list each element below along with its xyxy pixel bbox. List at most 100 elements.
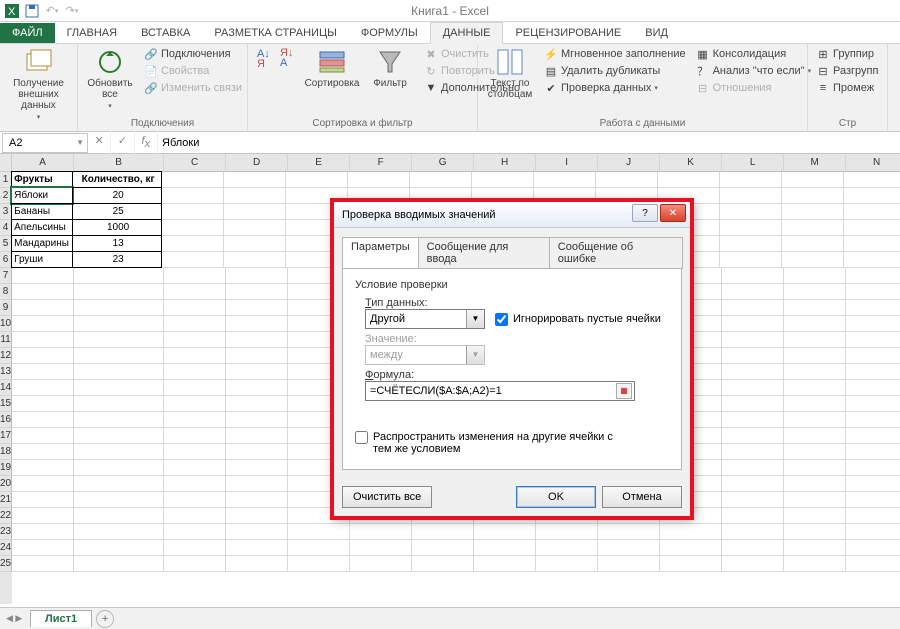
cell[interactable] (164, 316, 226, 332)
row-header[interactable]: 14 (0, 380, 12, 396)
cell[interactable] (846, 524, 900, 540)
cell[interactable]: 13 (72, 235, 162, 252)
cell[interactable] (784, 556, 846, 572)
cell[interactable] (162, 204, 224, 220)
cell[interactable] (224, 252, 286, 268)
cell[interactable] (784, 396, 846, 412)
cell[interactable] (162, 172, 224, 188)
cell[interactable] (720, 188, 782, 204)
column-header[interactable]: I (536, 154, 598, 172)
cell[interactable] (846, 476, 900, 492)
cell[interactable] (784, 300, 846, 316)
cell[interactable] (782, 252, 844, 268)
cell[interactable] (224, 188, 286, 204)
cell[interactable] (722, 348, 784, 364)
cell[interactable] (226, 508, 288, 524)
row-header[interactable]: 11 (0, 332, 12, 348)
cell[interactable]: 1000 (72, 219, 162, 236)
cell[interactable] (784, 508, 846, 524)
cell[interactable] (226, 460, 288, 476)
column-header[interactable]: A (12, 154, 74, 172)
cell[interactable] (720, 252, 782, 268)
connections-button[interactable]: 🔗Подключения (142, 46, 244, 62)
cell[interactable] (226, 316, 288, 332)
cell[interactable] (474, 524, 536, 540)
cell[interactable] (74, 348, 164, 364)
cell[interactable] (224, 236, 286, 252)
cell[interactable]: 23 (72, 251, 162, 268)
formula-input[interactable]: Яблоки (158, 137, 900, 149)
remove-duplicates-button[interactable]: ▤Удалить дубликаты (542, 63, 688, 79)
cell[interactable] (164, 444, 226, 460)
cell[interactable] (722, 396, 784, 412)
column-header[interactable]: F (350, 154, 412, 172)
cell[interactable] (226, 332, 288, 348)
cell[interactable] (348, 172, 410, 188)
cell[interactable] (784, 444, 846, 460)
cell[interactable] (12, 300, 74, 316)
cell[interactable] (74, 428, 164, 444)
cell[interactable] (164, 364, 226, 380)
cell[interactable] (784, 492, 846, 508)
cell[interactable] (74, 364, 164, 380)
row-header[interactable]: 24 (0, 540, 12, 556)
cell[interactable]: Бананы (11, 203, 73, 220)
cell[interactable] (74, 540, 164, 556)
cell[interactable] (846, 396, 900, 412)
tab-home[interactable]: ГЛАВНАЯ (55, 23, 129, 43)
fx-icon[interactable]: fx (135, 131, 158, 154)
column-header[interactable]: M (784, 154, 846, 172)
cell[interactable] (598, 556, 660, 572)
cell[interactable] (226, 428, 288, 444)
cell[interactable] (722, 268, 784, 284)
cell[interactable] (12, 316, 74, 332)
consolidate-button[interactable]: ▦Консолидация (694, 46, 814, 62)
select-all-corner[interactable] (0, 154, 12, 172)
cell[interactable] (12, 268, 74, 284)
row-header[interactable]: 21 (0, 492, 12, 508)
text-to-columns-button[interactable]: Текст по столбцам (484, 46, 536, 102)
column-header[interactable]: N (846, 154, 900, 172)
cell[interactable] (596, 172, 658, 188)
row-header[interactable]: 17 (0, 428, 12, 444)
cell[interactable] (12, 460, 74, 476)
tab-review[interactable]: РЕЦЕНЗИРОВАНИЕ (503, 23, 633, 43)
type-select[interactable]: Другой▼ (365, 309, 485, 329)
cell[interactable] (74, 300, 164, 316)
cell[interactable] (536, 540, 598, 556)
cell[interactable]: Количество, кг (72, 171, 162, 188)
cell[interactable] (784, 540, 846, 556)
cell[interactable] (74, 412, 164, 428)
cell[interactable] (288, 556, 350, 572)
cell[interactable] (226, 524, 288, 540)
cell[interactable] (226, 348, 288, 364)
cell[interactable] (846, 540, 900, 556)
cell[interactable] (164, 492, 226, 508)
cell[interactable]: Яблоки (11, 187, 73, 204)
sort-desc-icon[interactable]: Я↓А (278, 46, 300, 74)
cell[interactable] (846, 412, 900, 428)
dialog-tab-error-alert[interactable]: Сообщение об ошибке (549, 237, 683, 269)
cell[interactable] (12, 412, 74, 428)
cell[interactable] (74, 284, 164, 300)
cell[interactable] (722, 492, 784, 508)
cell[interactable] (720, 236, 782, 252)
cell[interactable] (658, 172, 720, 188)
cell[interactable] (660, 556, 722, 572)
cell[interactable] (784, 316, 846, 332)
cell[interactable] (162, 252, 224, 268)
cell[interactable] (224, 220, 286, 236)
cell[interactable] (844, 188, 900, 204)
cell[interactable] (844, 236, 900, 252)
column-header[interactable]: B (74, 154, 164, 172)
cell[interactable] (846, 316, 900, 332)
cell[interactable] (164, 412, 226, 428)
cell[interactable] (722, 412, 784, 428)
cell[interactable] (784, 380, 846, 396)
cell[interactable] (288, 524, 350, 540)
cell[interactable] (722, 508, 784, 524)
cell[interactable] (226, 268, 288, 284)
column-header[interactable]: C (164, 154, 226, 172)
cell[interactable] (164, 396, 226, 412)
column-header[interactable]: K (660, 154, 722, 172)
